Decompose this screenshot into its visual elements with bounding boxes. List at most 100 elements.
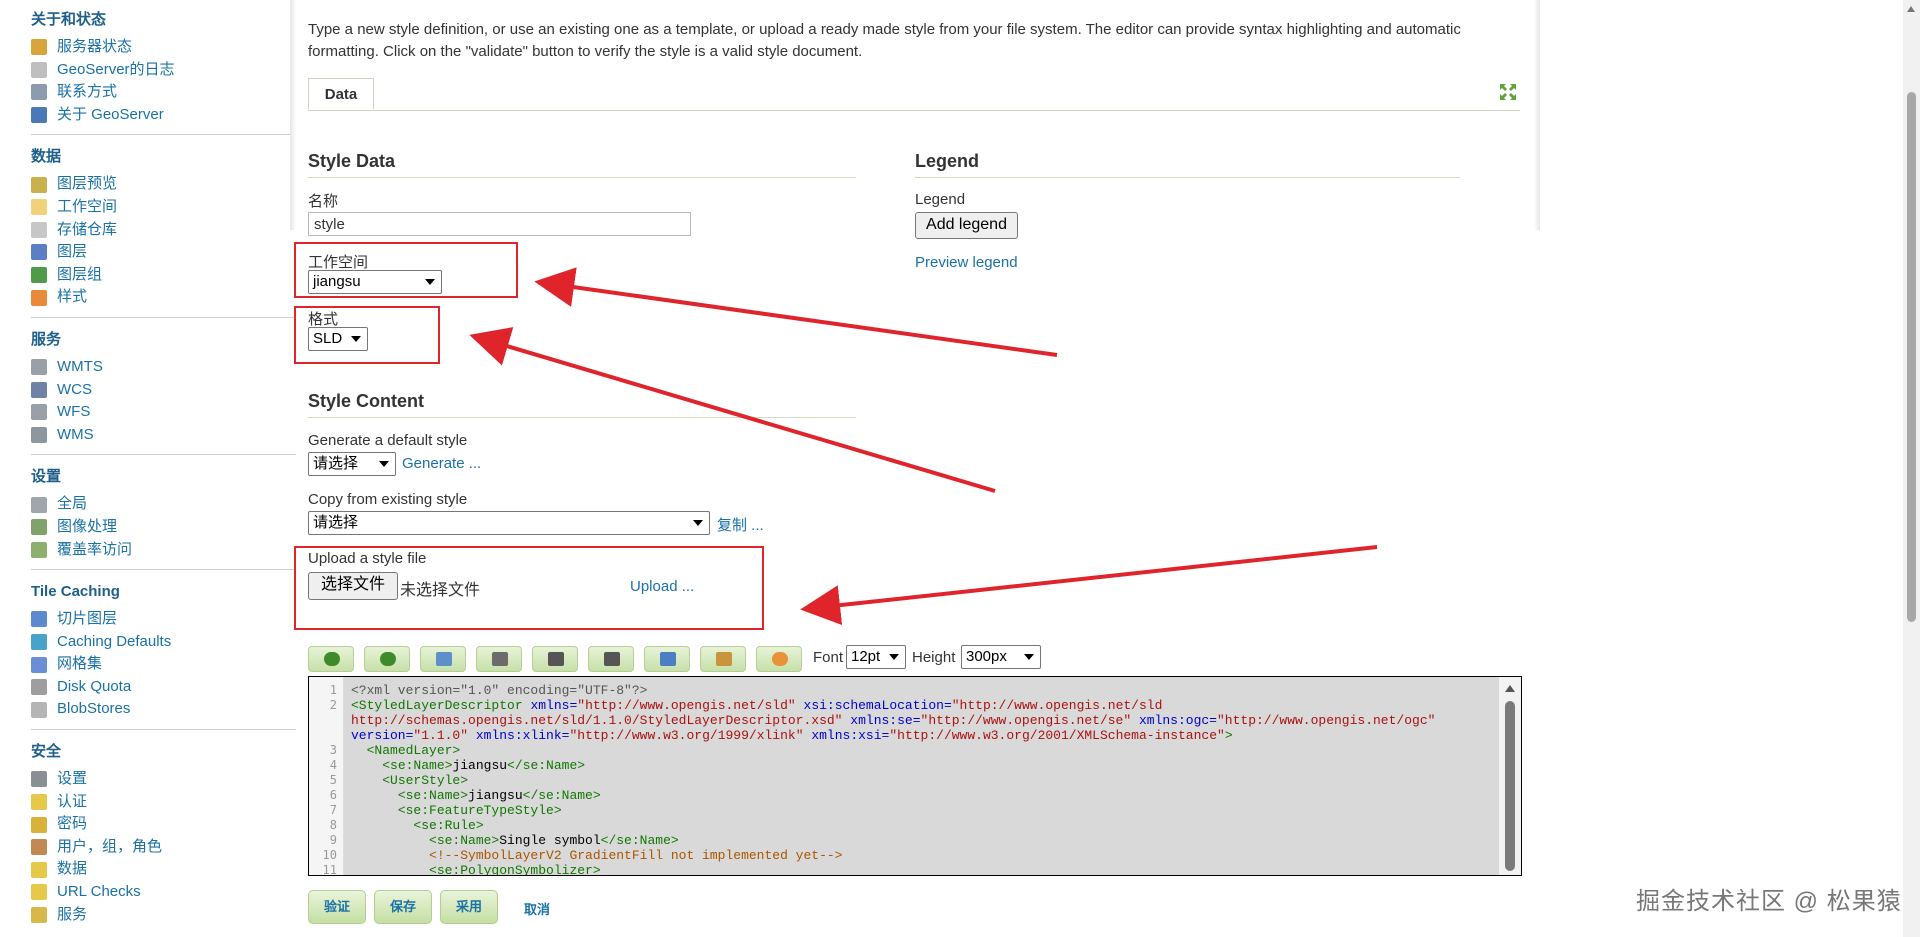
redo-icon xyxy=(380,652,396,666)
line-number: 8 xyxy=(329,818,337,832)
sidebar-item-icon xyxy=(31,496,47,513)
sidebar-item[interactable]: 全局 xyxy=(31,493,290,516)
sidebar-item-icon xyxy=(31,541,47,558)
generate-select-value: 请选择 xyxy=(313,455,359,472)
sidebar-item[interactable]: 图层 xyxy=(31,241,290,264)
insert-symbolizer-button[interactable] xyxy=(644,646,690,672)
sidebar-item-icon xyxy=(31,793,47,810)
redo-button[interactable] xyxy=(364,646,410,672)
sidebar-item-icon xyxy=(31,771,47,788)
code-line: <!--SymbolLayerV2 GradientFill not imple… xyxy=(429,848,843,863)
chevron-down-icon xyxy=(1024,654,1034,660)
sidebar-item[interactable]: 服务器状态 xyxy=(31,36,290,59)
sidebar-item[interactable]: 存储仓库 xyxy=(31,219,290,242)
sidebar-item[interactable]: WMTS xyxy=(31,356,290,379)
sidebar-item-label: 图层预览 xyxy=(57,175,118,193)
page-scroll-thumb[interactable] xyxy=(1907,92,1916,622)
name-input[interactable] xyxy=(308,212,691,236)
find-replace-button[interactable] xyxy=(588,646,634,672)
picture-icon xyxy=(716,652,732,666)
main-panel: Type a new style definition, or use an e… xyxy=(296,0,1534,937)
sidebar-item[interactable]: BlobStores xyxy=(31,698,290,721)
sidebar-section-title: 数据 xyxy=(31,148,62,166)
sidebar-item[interactable]: 服务 xyxy=(31,904,290,927)
reformat-button[interactable] xyxy=(476,646,522,672)
sidebar-item-label: GeoServer的日志 xyxy=(57,60,175,78)
sidebar-item[interactable]: 密码 xyxy=(31,813,290,836)
sidebar-item[interactable]: URL Checks xyxy=(31,881,290,904)
sidebar-item[interactable]: 设置 xyxy=(31,768,290,791)
sidebar-item[interactable]: 工作空间 xyxy=(31,196,290,219)
undo-icon xyxy=(324,652,340,666)
sidebar-item[interactable]: GeoServer的日志 xyxy=(31,59,290,82)
sidebar-section-title: 关于和状态 xyxy=(31,11,107,28)
copy-select[interactable]: 请选择 xyxy=(308,511,710,535)
chevron-down-icon xyxy=(379,461,389,467)
sidebar-item[interactable]: 用户，组，角色 xyxy=(31,836,290,859)
insert-image-button[interactable] xyxy=(700,646,746,672)
color-picker-button[interactable] xyxy=(756,646,802,672)
tab-data[interactable]: Data xyxy=(308,78,374,110)
sidebar-item-label: 样式 xyxy=(57,288,88,306)
sidebar-item[interactable]: 网格集 xyxy=(31,653,290,676)
page-scrollbar[interactable] xyxy=(1903,0,1920,937)
sidebar-item[interactable]: 图像处理 xyxy=(31,516,290,539)
code-editor[interactable]: 1 2 3 4 5 6 7 8 9 10 11 <?xml version="1… xyxy=(308,676,1522,876)
sidebar-item[interactable]: WFS xyxy=(31,401,290,424)
sidebar-item-icon xyxy=(31,701,47,718)
sidebar-item[interactable]: 切片图层 xyxy=(31,608,290,631)
code-line: <se:Name>jiangsu</se:Name> xyxy=(397,788,601,803)
expand-icon[interactable] xyxy=(1498,82,1518,102)
sidebar-item-label: 全局 xyxy=(57,495,88,513)
editor-scroll-thumb[interactable] xyxy=(1505,701,1515,871)
sidebar-item[interactable]: Caching Defaults xyxy=(31,631,290,654)
generate-select[interactable]: 请选择 xyxy=(308,452,396,476)
cancel-link[interactable]: 取消 xyxy=(524,899,550,918)
sidebar-item[interactable]: Disk Quota xyxy=(31,676,290,699)
sidebar-item-label: WMS xyxy=(57,425,94,443)
height-label: Height xyxy=(912,649,956,666)
find-button[interactable] xyxy=(532,646,578,672)
save-button[interactable]: 保存 xyxy=(374,890,432,924)
indent-icon xyxy=(492,652,508,666)
undo-button[interactable] xyxy=(308,646,354,672)
sidebar-item-label: 网格集 xyxy=(57,655,103,673)
sidebar-item[interactable]: 图层组 xyxy=(31,264,290,287)
sidebar-item[interactable]: 数据 xyxy=(31,858,290,881)
sidebar-item[interactable]: 覆盖率访问 xyxy=(31,539,290,562)
code-line: <StyledLayerDescriptor xmlns="http://www… xyxy=(351,698,1163,713)
scroll-up-icon[interactable] xyxy=(1505,685,1515,692)
sidebar-item[interactable]: 认证 xyxy=(31,791,290,814)
copy-link[interactable]: 复制 ... xyxy=(717,514,764,535)
add-legend-button[interactable]: Add legend xyxy=(915,212,1018,239)
sidebar-item[interactable]: WCS xyxy=(31,379,290,402)
sidebar-item-label: 认证 xyxy=(57,792,88,810)
sidebar-item-label: 工作空间 xyxy=(57,197,118,215)
sidebar-item[interactable]: 图层预览 xyxy=(31,173,290,196)
sidebar-section-title: Tile Caching xyxy=(31,583,120,601)
sidebar-divider xyxy=(31,569,316,571)
editor-scrollbar[interactable] xyxy=(1499,677,1521,875)
goto-line-button[interactable] xyxy=(420,646,466,672)
sidebar-item[interactable]: WMS xyxy=(31,424,290,447)
line-number: 3 xyxy=(329,743,337,757)
scroll-up-icon[interactable] xyxy=(1907,6,1915,12)
sidebar-item[interactable]: 样式 xyxy=(31,286,290,309)
preview-legend-link[interactable]: Preview legend xyxy=(915,254,1018,271)
code-line: <NamedLayer> xyxy=(366,743,461,758)
validate-button[interactable]: 验证 xyxy=(308,890,366,924)
sidebar-item-icon xyxy=(31,244,47,261)
code-line: <se:Name>jiangsu</se:Name> xyxy=(382,758,586,773)
sidebar-item-icon xyxy=(31,39,47,56)
apply-button[interactable]: 采用 xyxy=(440,890,498,924)
generate-label: Generate a default style xyxy=(308,432,468,449)
sidebar-section: 关于和状态服务器状态 GeoServer的日志联系方式 关于 GeoServer xyxy=(31,10,290,126)
sidebar-item-icon xyxy=(31,107,47,124)
height-select[interactable]: 300px xyxy=(961,645,1041,669)
font-size-select[interactable]: 12pt xyxy=(846,645,906,669)
generate-link[interactable]: Generate ... xyxy=(402,455,481,472)
sidebar-item-label: 图层组 xyxy=(57,265,103,283)
code-line: <se:FeatureTypeStyle> xyxy=(397,803,562,818)
sidebar-item[interactable]: 联系方式 xyxy=(31,81,290,104)
sidebar-item[interactable]: 关于 GeoServer xyxy=(31,104,290,127)
